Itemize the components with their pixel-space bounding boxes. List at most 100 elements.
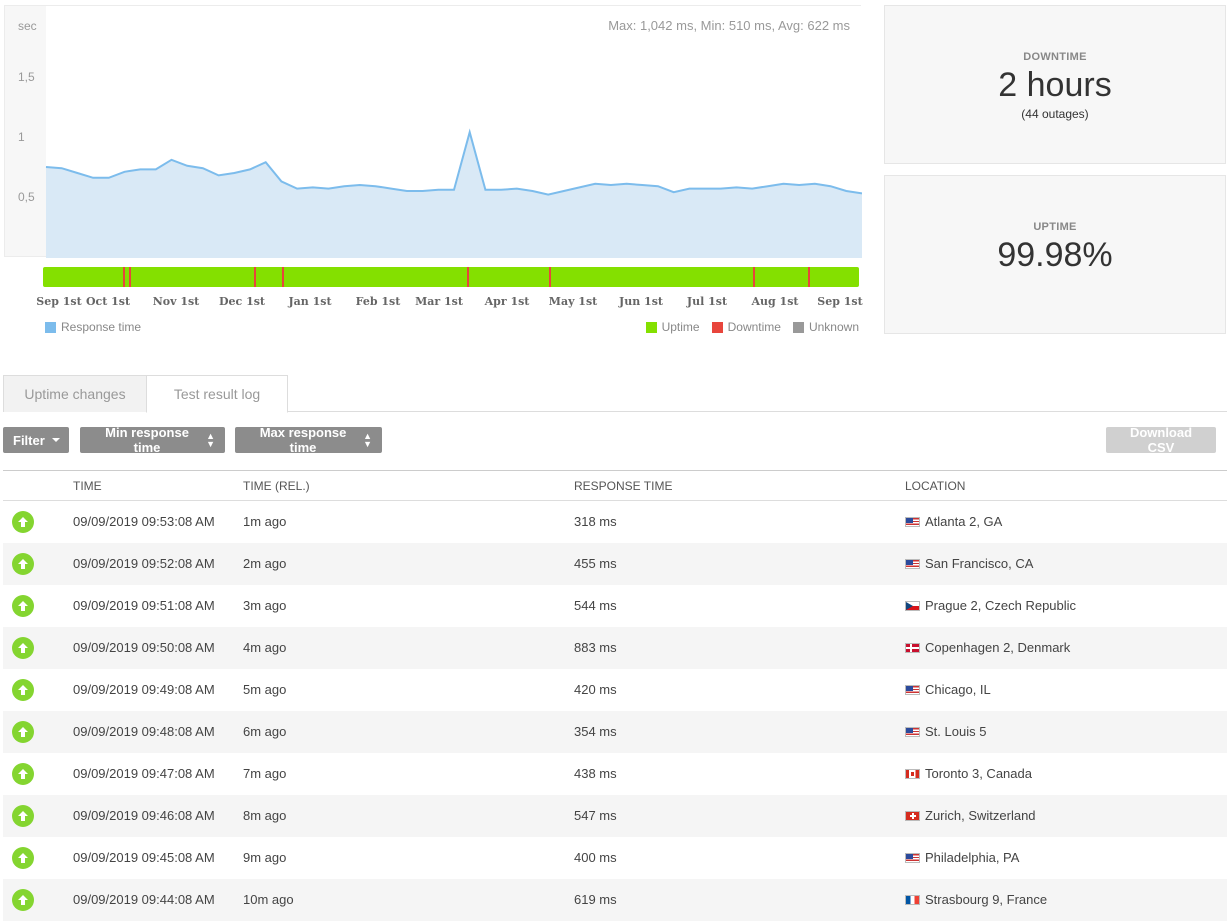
location-cell: San Francisco, CA bbox=[905, 542, 1227, 585]
location-text: Atlanta 2, GA bbox=[925, 514, 1003, 530]
x-tick-label: Aug 1st bbox=[751, 295, 799, 308]
ch-flag-icon bbox=[905, 810, 920, 821]
downtime-swatch bbox=[711, 321, 723, 333]
uptime-value: 99.98% bbox=[997, 236, 1113, 274]
x-tick-label: Jan 1st bbox=[288, 295, 332, 308]
arrow-up-icon bbox=[18, 894, 28, 905]
table-row[interactable]: 09/09/2019 09:53:08 AM 1m ago 318 ms Atlant… bbox=[3, 501, 1227, 543]
x-tick-label: Oct 1st bbox=[85, 295, 131, 308]
arrow-up-icon bbox=[18, 600, 28, 611]
max-response-label: Max response time bbox=[259, 425, 347, 455]
time-rel-cell: 10m ago bbox=[243, 878, 574, 921]
header-response-time[interactable]: RESPONSE TIME bbox=[574, 470, 905, 501]
status-cell bbox=[3, 710, 73, 753]
status-up-icon bbox=[12, 678, 34, 701]
x-axis-labels: Sep 1st Oct 1st Nov 1st Dec 1st Jan 1st Feb 1… bbox=[0, 295, 870, 311]
table-row[interactable]: 09/09/2019 09:50:08 AM 4m ago 883 ms Copenh… bbox=[3, 626, 1227, 669]
uptime-status-bar bbox=[43, 267, 859, 287]
table-header-row: TIME TIME (REL.) RESPONSE TIME LOCATION bbox=[3, 470, 1227, 501]
us-flag-icon bbox=[905, 516, 920, 527]
status-up-icon bbox=[12, 804, 34, 827]
time-cell: 09/09/2019 09:50:08 AM bbox=[73, 626, 243, 669]
location-text: Copenhagen 2, Denmark bbox=[925, 640, 1071, 655]
table-row[interactable]: 09/09/2019 09:45:08 AM 9m ago 400 ms Philad… bbox=[3, 837, 1227, 879]
table-row[interactable]: 09/09/2019 09:49:08 AM 5m ago 420 ms Chicag… bbox=[3, 669, 1227, 711]
arrow-up-icon bbox=[18, 558, 28, 569]
arrow-up-icon bbox=[18, 852, 28, 863]
table-row[interactable]: 09/09/2019 09:44:08 AM 10m ago 619 ms Stras… bbox=[3, 878, 1227, 921]
ca-flag-icon bbox=[905, 768, 920, 779]
status-cell bbox=[3, 753, 73, 795]
downtime-mark bbox=[128, 267, 131, 287]
downtime-mark bbox=[122, 267, 125, 287]
arrow-up-icon bbox=[18, 642, 28, 653]
x-tick-label: May 1st bbox=[548, 295, 598, 308]
x-tick-label: Feb 1st bbox=[355, 295, 401, 308]
downtime-value: 2 hours bbox=[998, 66, 1112, 104]
response-time-cell: 883 ms bbox=[574, 626, 905, 669]
x-tick-label: Mar 1st bbox=[415, 295, 463, 308]
legend-unknown: Unknown bbox=[808, 320, 859, 334]
tab-test-result-log[interactable]: Test result log bbox=[146, 375, 288, 413]
location-cell: Philadelphia, PA bbox=[905, 837, 1227, 879]
chart-legend-right: Uptime Downtime Unknown bbox=[634, 320, 859, 334]
time-cell: 09/09/2019 09:51:08 AM bbox=[73, 598, 215, 613]
filter-button[interactable]: Filter bbox=[3, 427, 69, 453]
unknown-swatch bbox=[792, 321, 804, 333]
max-response-time-button[interactable]: Max response time ▲ ▼ bbox=[235, 425, 382, 455]
arrow-up-icon bbox=[18, 726, 28, 737]
min-response-time-button[interactable]: Min response time ▲ ▼ bbox=[80, 425, 225, 455]
location-text: Prague 2, Czech Republic bbox=[925, 598, 1077, 613]
downtime-mark bbox=[467, 267, 470, 287]
table-row[interactable]: 09/09/2019 09:52:08 AM 2m ago 455 ms San Fr… bbox=[3, 542, 1227, 585]
location-cell: Atlanta 2, GA bbox=[905, 501, 1227, 543]
header-time-rel[interactable]: TIME (REL.) bbox=[243, 470, 574, 501]
legend-uptime: Uptime bbox=[661, 320, 700, 334]
response-time-cell: 318 ms bbox=[574, 514, 617, 530]
status-cell bbox=[3, 837, 73, 879]
time-cell: 09/09/2019 09:47:08 AM bbox=[73, 766, 215, 781]
time-cell: 09/09/2019 09:53:08 AM bbox=[73, 514, 215, 530]
response-time-cell: 455 ms bbox=[574, 542, 905, 585]
time-rel-cell: 4m ago bbox=[243, 626, 574, 669]
response-time-cell: 547 ms bbox=[574, 794, 905, 837]
location-text: St. Louis 5 bbox=[925, 724, 987, 739]
time-cell: 09/09/2019 09:44:08 AM bbox=[73, 878, 243, 921]
response-time-cell: 400 ms bbox=[574, 850, 617, 865]
time-rel-cell: 9m ago bbox=[243, 850, 287, 865]
tab-uptime-changes[interactable]: Uptime changes bbox=[3, 375, 147, 412]
time-rel-cell: 8m ago bbox=[243, 794, 574, 837]
y-tick-label: 1,5 bbox=[18, 70, 35, 84]
time-rel-cell: 6m ago bbox=[243, 710, 574, 753]
header-location[interactable]: LOCATION bbox=[905, 470, 1227, 501]
response-time-chart-svg: 1,5 1 0,5 sec Max: 1,042 ms, Min: 510 ms, … bbox=[18, 6, 862, 258]
table-row[interactable]: 09/09/2019 09:48:08 AM 6m ago 354 ms St. Lo… bbox=[3, 710, 1227, 753]
arrow-up-icon bbox=[18, 810, 28, 821]
location-cell: St. Louis 5 bbox=[905, 710, 1227, 753]
x-tick-label: Sep 1st bbox=[817, 295, 863, 308]
downtime-caption: DOWNTIME bbox=[1023, 51, 1087, 63]
table-row[interactable]: 09/09/2019 09:51:08 AM 3m ago 544 ms Prague… bbox=[3, 585, 1227, 627]
sort-icon: ▲ ▼ bbox=[363, 431, 372, 449]
legend-uptime-item: Uptime bbox=[645, 320, 700, 334]
x-tick-label: Nov 1st bbox=[152, 295, 200, 308]
status-up-icon bbox=[12, 720, 34, 743]
legend-downtime-item: Downtime bbox=[711, 320, 781, 334]
x-tick-label: Jun 1st bbox=[619, 295, 663, 308]
status-up-icon bbox=[12, 762, 34, 785]
arrow-up-icon bbox=[18, 768, 28, 779]
download-csv-button[interactable]: Download CSV bbox=[1106, 425, 1216, 455]
location-text: San Francisco, CA bbox=[925, 556, 1034, 571]
status-cell bbox=[3, 542, 73, 585]
y-tick-label: 1 bbox=[18, 130, 25, 144]
table-row[interactable]: 09/09/2019 09:46:08 AM 8m ago 547 ms Zurich… bbox=[3, 794, 1227, 837]
status-cell bbox=[3, 794, 73, 837]
table-row[interactable]: 09/09/2019 09:47:08 AM 7m ago 438 ms Toront… bbox=[3, 753, 1227, 795]
min-response-label: Min response time bbox=[105, 425, 189, 455]
location-cell: Toronto 3, Canada bbox=[905, 753, 1227, 795]
dk-flag-icon bbox=[905, 642, 920, 653]
time-rel-cell: 3m ago bbox=[243, 598, 287, 613]
legend-response-time: Response time bbox=[61, 320, 142, 334]
header-time[interactable]: TIME bbox=[73, 470, 243, 501]
location-text: Philadelphia, PA bbox=[925, 850, 1020, 865]
